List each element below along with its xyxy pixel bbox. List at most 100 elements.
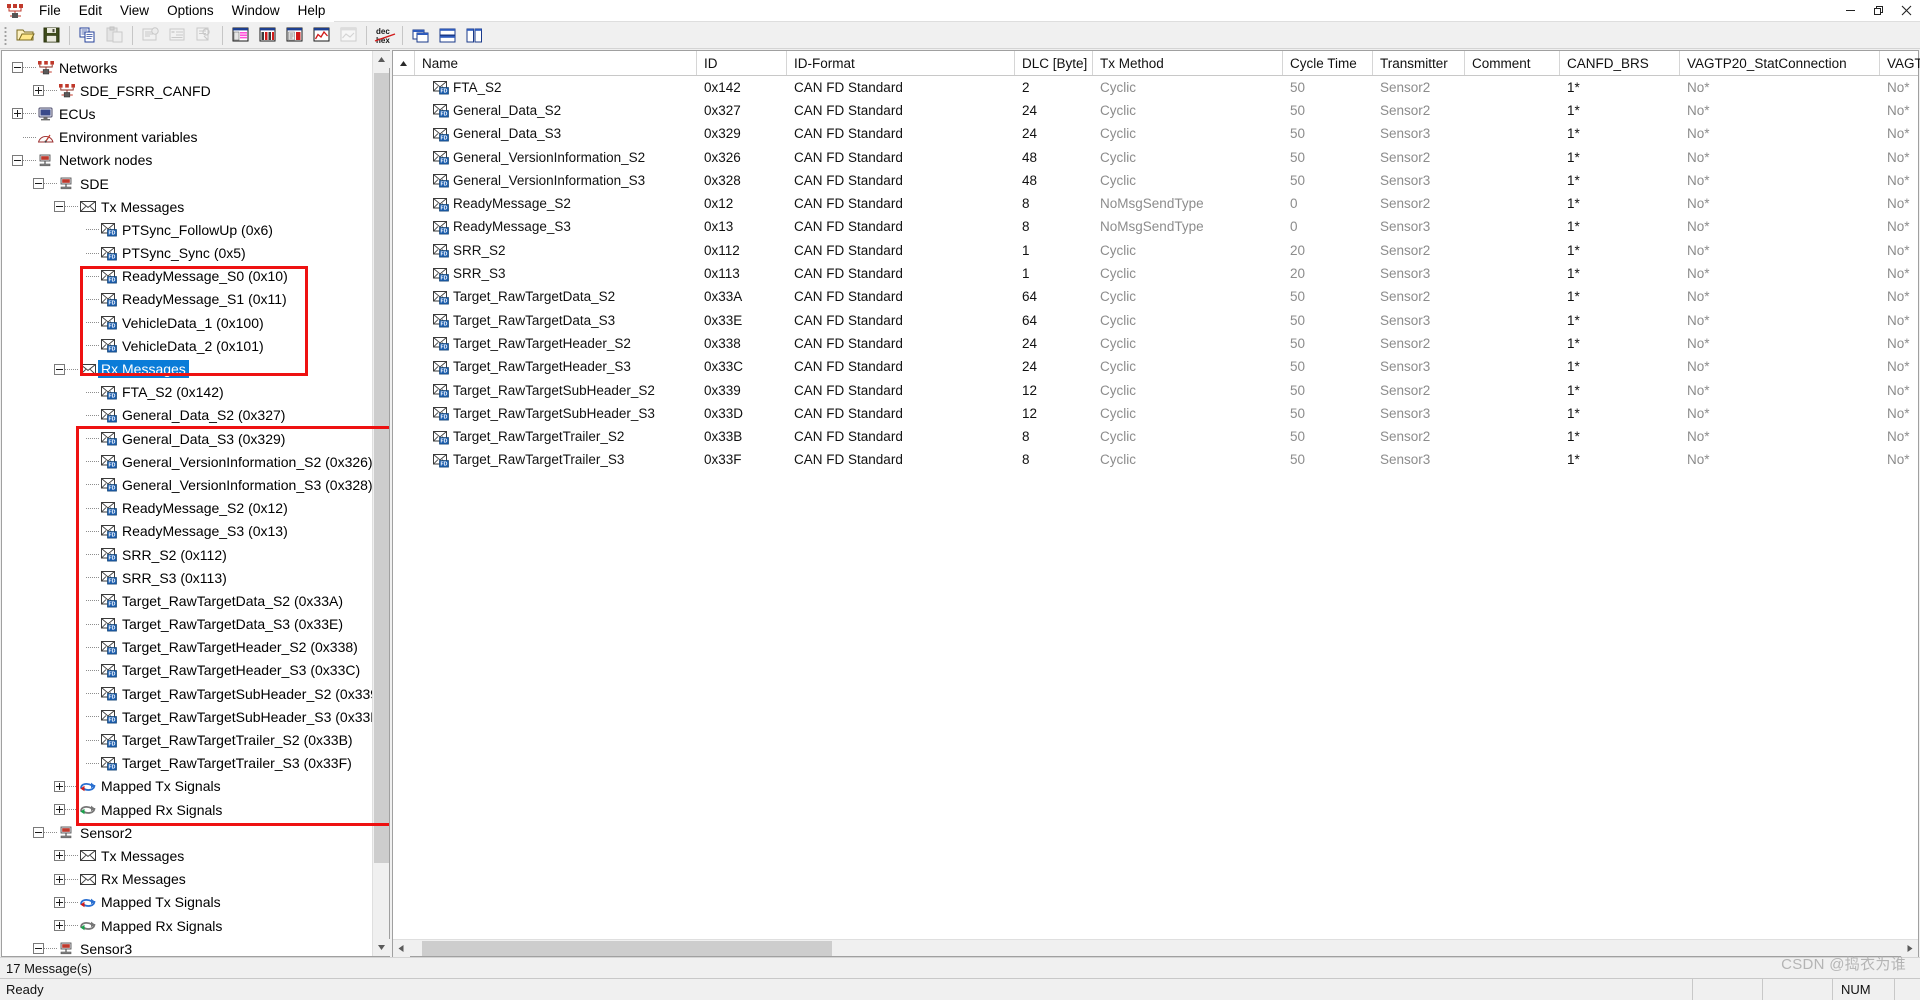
table-header-dlc[interactable]: DLC [Byte] — [1015, 51, 1093, 75]
layout-cascade-button[interactable] — [407, 23, 434, 48]
tree-item-r_trtd_s2[interactable]: FDTarget_RawTargetData_S2 (0x33A) — [2, 589, 389, 612]
menu-help[interactable]: Help — [289, 1, 335, 21]
table-row[interactable]: FDTarget_RawTargetTrailer_S30x33FCAN FD … — [393, 449, 1918, 472]
table-row[interactable]: FDTarget_RawTargetSubHeader_S20x339CAN F… — [393, 379, 1918, 402]
tree-scroll-thumb[interactable] — [374, 73, 389, 863]
menu-edit[interactable]: Edit — [70, 1, 111, 21]
tree-item-r_trth_s2[interactable]: FDTarget_RawTargetHeader_S2 (0x338) — [2, 636, 389, 659]
menu-file[interactable]: File — [30, 1, 70, 21]
tree-item-m_ptsync_sync[interactable]: FDPTSync_Sync (0x5) — [2, 242, 389, 265]
collapse-icon-sde_rx[interactable] — [54, 364, 65, 375]
networks-view-button[interactable] — [227, 23, 254, 48]
tree-item-r_trtd_s3[interactable]: FDTarget_RawTargetData_S3 (0x33E) — [2, 613, 389, 636]
tree-item-m_veh1[interactable]: FDVehicleData_1 (0x100) — [2, 311, 389, 334]
tree-item-r_gd_s3[interactable]: FDGeneral_Data_S3 (0x329) — [2, 427, 389, 450]
table-sort-indicator[interactable] — [393, 51, 415, 75]
table-scroll-right-arrow[interactable] — [1901, 940, 1918, 957]
table-row[interactable]: FDTarget_RawTargetData_S30x33ECAN FD Sta… — [393, 309, 1918, 332]
table-row[interactable]: FDGeneral_VersionInformation_S30x328CAN … — [393, 169, 1918, 192]
tree-item-sde_tx[interactable]: Tx Messages — [2, 195, 389, 218]
table-header-canfd_brs[interactable]: CANFD_BRS — [1560, 51, 1680, 75]
expand-icon-s2_mrx[interactable] — [54, 920, 65, 931]
table-row[interactable]: FDTarget_RawTargetHeader_S20x338CAN FD S… — [393, 332, 1918, 355]
tree-item-r_srr_s3[interactable]: FDSRR_S3 (0x113) — [2, 566, 389, 589]
table-row[interactable]: FDTarget_RawTargetData_S20x33ACAN FD Sta… — [393, 286, 1918, 309]
tree-item-sde_rx[interactable]: Rx Messages — [2, 357, 389, 380]
tree-item-s2_mrx[interactable]: Mapped Rx Signals — [2, 914, 389, 937]
tree-item-ecus[interactable]: ECUs — [2, 102, 389, 125]
save-button[interactable] — [38, 23, 65, 48]
table-header-tx_method[interactable]: Tx Method — [1093, 51, 1283, 75]
table-header-vagtp20_statconnection[interactable]: VAGTP20_StatConnection — [1680, 51, 1880, 75]
expand-icon-s2_mtx[interactable] — [54, 897, 65, 908]
expand-icon-ecus[interactable] — [12, 108, 23, 119]
signals-view-button[interactable] — [308, 23, 335, 48]
table-row[interactable]: FDReadyMessage_S30x13CAN FD Standard8NoM… — [393, 216, 1918, 239]
tree-item-sensor2[interactable]: Sensor2 — [2, 821, 389, 844]
tree-item-networks[interactable]: Networks — [2, 56, 389, 79]
dec-hex-toggle-button[interactable]: dec hex — [371, 23, 398, 48]
tree-item-r_gvi_s2[interactable]: FDGeneral_VersionInformation_S2 (0x326) — [2, 450, 389, 473]
table-scroll-left-arrow[interactable] — [393, 940, 410, 957]
table-row[interactable]: FDSRR_S20x112CAN FD Standard1Cyclic20Sen… — [393, 239, 1918, 262]
paste-button[interactable] — [101, 23, 128, 48]
tree-item-sensor3[interactable]: Sensor3 — [2, 937, 389, 956]
tree-item-s2_mtx[interactable]: Mapped Tx Signals — [2, 891, 389, 914]
table-header-name[interactable]: Name — [415, 51, 697, 75]
table-header-id_format[interactable]: ID-Format — [787, 51, 1015, 75]
tree-item-r_trth_s3[interactable]: FDTarget_RawTargetHeader_S3 (0x33C) — [2, 659, 389, 682]
tree-item-r_trtt_s3[interactable]: FDTarget_RawTargetTrailer_S3 (0x33F) — [2, 752, 389, 775]
tree-scroll-down-arrow[interactable] — [373, 939, 390, 956]
table-row[interactable]: FDGeneral_Data_S30x329CAN FD Standard24C… — [393, 123, 1918, 146]
tree-item-sde_mrx[interactable]: Mapped Rx Signals — [2, 798, 389, 821]
tree-item-r_fta_s2[interactable]: FDFTA_S2 (0x142) — [2, 381, 389, 404]
tree-item-sde_fsrr_canfd[interactable]: SDE_FSRR_CANFD — [2, 79, 389, 102]
expand-icon-s2_tx[interactable] — [54, 850, 65, 861]
table-row[interactable]: FDTarget_RawTargetHeader_S30x33CCAN FD S… — [393, 356, 1918, 379]
consistency-check-button[interactable] — [191, 23, 218, 48]
network-properties-button[interactable] — [137, 23, 164, 48]
tree-item-r_rm_s2[interactable]: FDReadyMessage_S2 (0x12) — [2, 497, 389, 520]
tree-item-m_veh2[interactable]: FDVehicleData_2 (0x101) — [2, 334, 389, 357]
tree-item-r_trtsh_s2[interactable]: FDTarget_RawTargetSubHeader_S2 (0x339) — [2, 682, 389, 705]
close-button[interactable] — [1892, 0, 1920, 21]
table-header-cycle_time[interactable]: Cycle Time — [1283, 51, 1373, 75]
tree-item-sde_mtx[interactable]: Mapped Tx Signals — [2, 775, 389, 798]
tree-item-envvars[interactable]: Environment variables — [2, 126, 389, 149]
tree-item-sde[interactable]: SDE — [2, 172, 389, 195]
table-row[interactable]: FDTarget_RawTargetSubHeader_S30x33DCAN F… — [393, 402, 1918, 425]
table-row[interactable]: FDGeneral_VersionInformation_S20x326CAN … — [393, 146, 1918, 169]
table-row[interactable]: FDGeneral_Data_S20x327CAN FD Standard24C… — [393, 99, 1918, 122]
menu-window[interactable]: Window — [223, 1, 289, 21]
tree-item-r_trtsh_s3[interactable]: FDTarget_RawTargetSubHeader_S3 (0x33D) — [2, 705, 389, 728]
tree-item-m_ready_s0[interactable]: FDReadyMessage_S0 (0x10) — [2, 265, 389, 288]
tree-item-s2_tx[interactable]: Tx Messages — [2, 844, 389, 867]
table-header-comment[interactable]: Comment — [1465, 51, 1560, 75]
tree-scroll-up-arrow[interactable] — [373, 51, 390, 68]
collapse-icon-networks[interactable] — [12, 62, 23, 73]
table-horizontal-scrollbar[interactable] — [393, 939, 1918, 956]
table-row[interactable]: FDTarget_RawTargetTrailer_S20x33BCAN FD … — [393, 425, 1918, 448]
collapse-icon-sensor3[interactable] — [33, 943, 44, 954]
tree-item-networknodes[interactable]: Network nodes — [2, 149, 389, 172]
tree-item-m_ready_s1[interactable]: FDReadyMessage_S1 (0x11) — [2, 288, 389, 311]
node-properties-button[interactable] — [164, 23, 191, 48]
collapse-icon-sde_tx[interactable] — [54, 201, 65, 212]
copy-button[interactable] — [74, 23, 101, 48]
collapse-icon-networknodes[interactable] — [12, 155, 23, 166]
status-resize-grip[interactable] — [1894, 979, 1920, 1000]
table-row[interactable]: FDFTA_S20x142CAN FD Standard2Cyclic50Sen… — [393, 76, 1918, 99]
table-header-vagtp20_dynsetup[interactable]: VAGTP20_DynSetup — [1880, 51, 1920, 75]
table-header-id[interactable]: ID — [697, 51, 787, 75]
tree-item-m_ptsync_fu[interactable]: FDPTSync_FollowUp (0x6) — [2, 218, 389, 241]
tree-item-r_trtt_s2[interactable]: FDTarget_RawTargetTrailer_S2 (0x33B) — [2, 728, 389, 751]
expand-icon-sde_mtx[interactable] — [54, 781, 65, 792]
table-scroll-thumb[interactable] — [422, 941, 832, 956]
restore-button[interactable] — [1864, 0, 1892, 21]
tree-item-r_gd_s2[interactable]: FDGeneral_Data_S2 (0x327) — [2, 404, 389, 427]
tree-item-r_gvi_s3[interactable]: FDGeneral_VersionInformation_S3 (0x328) — [2, 473, 389, 496]
tree-vertical-scrollbar[interactable] — [372, 51, 389, 956]
menu-options[interactable]: Options — [158, 1, 223, 21]
table-scroll-track[interactable] — [410, 940, 1901, 956]
toolbar-grip[interactable] — [2, 25, 9, 45]
